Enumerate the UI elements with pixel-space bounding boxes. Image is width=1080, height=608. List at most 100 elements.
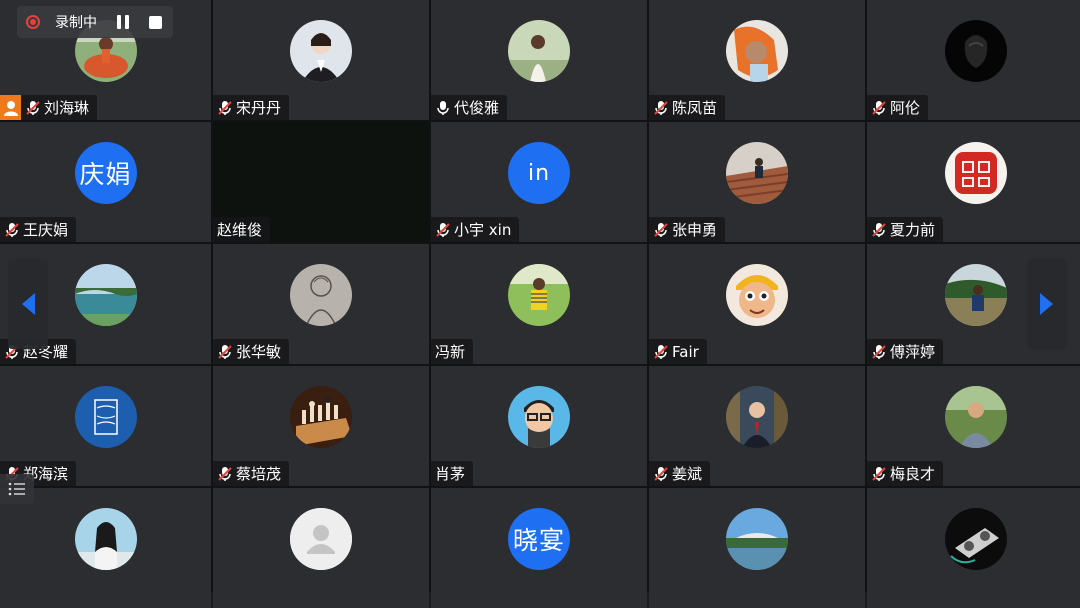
participant-tile[interactable]: 张申勇 xyxy=(649,122,865,242)
avatar xyxy=(74,264,137,326)
mic-muted-icon xyxy=(436,222,450,237)
mic-muted-icon xyxy=(872,100,886,115)
participant-video-tile[interactable]: 赵维俊 xyxy=(213,122,429,242)
participant-tile[interactable]: in 小宇 xin xyxy=(431,122,647,242)
mic-muted-icon xyxy=(872,222,886,237)
participant-name: 赵维俊 xyxy=(217,221,263,239)
avatar xyxy=(508,386,570,448)
mic-muted-icon xyxy=(5,222,19,237)
participant-name-label: 夏力前 xyxy=(867,217,944,242)
participant-name: 王庆娟 xyxy=(23,221,69,239)
participant-name-label: 王庆娟 xyxy=(0,217,77,242)
participant-name-label: 梅良才 xyxy=(867,461,944,486)
mic-muted-icon xyxy=(218,100,232,115)
avatar: 晓宴 xyxy=(508,508,570,570)
participant-name: 姜斌 xyxy=(672,465,703,483)
participant-tile[interactable] xyxy=(0,488,211,608)
participant-tile[interactable]: 梅良才 xyxy=(867,366,1080,486)
host-icon xyxy=(0,95,21,120)
chevron-right-icon xyxy=(1040,293,1053,315)
mic-icon xyxy=(437,100,449,115)
participant-tile[interactable]: Fair xyxy=(649,244,865,364)
participant-name: 阿伦 xyxy=(890,99,921,117)
participant-name-label: 张申勇 xyxy=(649,217,726,242)
mic-muted-icon xyxy=(218,466,232,481)
avatar: 庆娟 xyxy=(74,142,137,204)
avatar xyxy=(944,508,1007,570)
avatar xyxy=(944,264,1007,326)
participant-tile[interactable]: 郑海滨 xyxy=(0,366,211,486)
participant-tile[interactable]: 晓宴 xyxy=(431,488,647,608)
avatar xyxy=(726,508,788,570)
avatar xyxy=(74,386,137,448)
participant-name: 夏力前 xyxy=(890,221,936,239)
avatar xyxy=(508,20,570,82)
avatar xyxy=(944,386,1007,448)
participant-name-label: 傅萍婷 xyxy=(867,339,944,364)
list-icon xyxy=(8,482,25,496)
participant-name-label: 小宇 xin xyxy=(431,217,520,242)
participant-grid: 刘海琳 宋丹丹 代俊雅 陈凤苗 阿伦 庆娟 王庆娟 赵维俊 in 小宇 xin … xyxy=(0,0,1080,608)
participant-tile[interactable] xyxy=(213,488,429,608)
stop-recording-button[interactable] xyxy=(149,15,162,29)
record-indicator-icon xyxy=(26,15,40,29)
avatar xyxy=(290,264,352,326)
mic-muted-icon xyxy=(872,344,886,359)
participant-tile[interactable]: 姜斌 xyxy=(649,366,865,486)
participant-name: Fair xyxy=(672,342,699,361)
participant-name-label: 肖茅 xyxy=(431,461,474,486)
participant-name: 冯新 xyxy=(435,343,466,361)
participant-tile[interactable]: 宋丹丹 xyxy=(213,0,429,120)
pause-recording-button[interactable] xyxy=(115,14,131,30)
participant-name-label: 代俊雅 xyxy=(431,95,508,120)
participant-tile[interactable]: 冯新 xyxy=(431,244,647,364)
avatar xyxy=(508,264,570,326)
mic-muted-icon xyxy=(654,466,668,481)
mic-muted-icon xyxy=(654,344,668,359)
participant-tile[interactable]: 阿伦 xyxy=(867,0,1080,120)
participant-name-label: 姜斌 xyxy=(649,461,711,486)
mic-muted-icon xyxy=(654,222,668,237)
participant-name-label: 蔡培茂 xyxy=(213,461,290,486)
avatar xyxy=(74,508,137,570)
mic-muted-icon xyxy=(654,100,668,115)
participant-name: 宋丹丹 xyxy=(236,99,282,117)
participant-name: 梅良才 xyxy=(890,465,936,483)
avatar xyxy=(944,20,1007,82)
avatar xyxy=(290,386,352,448)
participant-tile[interactable] xyxy=(867,488,1080,608)
participant-name-label: 冯新 xyxy=(431,339,474,364)
mic-muted-icon xyxy=(872,466,886,481)
avatar xyxy=(726,20,788,82)
avatar xyxy=(726,142,788,204)
participant-tile[interactable]: 夏力前 xyxy=(867,122,1080,242)
participant-name-label: Fair xyxy=(649,339,707,364)
participant-name: 陈凤苗 xyxy=(672,99,718,117)
participant-name-label: 张华敏 xyxy=(213,339,290,364)
participant-name: 小宇 xin xyxy=(454,221,512,239)
participant-tile[interactable]: 陈凤苗 xyxy=(649,0,865,120)
next-page-button[interactable] xyxy=(1027,259,1067,349)
participant-tile[interactable]: 肖茅 xyxy=(431,366,647,486)
participant-name: 代俊雅 xyxy=(454,99,500,117)
participant-name-label: 阿伦 xyxy=(867,95,929,120)
participant-list-button[interactable] xyxy=(0,474,34,504)
participant-tile[interactable]: 庆娟 王庆娟 xyxy=(0,122,211,242)
mic-muted-icon xyxy=(218,344,232,359)
participant-tile[interactable]: 代俊雅 xyxy=(431,0,647,120)
mic-muted-icon xyxy=(26,100,40,115)
participant-name: 张申勇 xyxy=(672,221,718,239)
participant-tile[interactable]: 蔡培茂 xyxy=(213,366,429,486)
participant-name: 刘海琳 xyxy=(44,99,90,117)
participant-tile[interactable]: 张华敏 xyxy=(213,244,429,364)
recording-bar: 录制中 xyxy=(17,6,173,38)
participant-name: 肖茅 xyxy=(435,465,466,483)
chevron-left-icon xyxy=(22,293,35,315)
avatar xyxy=(290,20,352,82)
participant-name-label: 陈凤苗 xyxy=(649,95,726,120)
participant-tile[interactable] xyxy=(649,488,865,608)
participant-name: 张华敏 xyxy=(236,343,282,361)
participant-name-label: 宋丹丹 xyxy=(213,95,290,120)
previous-page-button[interactable] xyxy=(8,259,48,349)
avatar: in xyxy=(508,142,570,204)
